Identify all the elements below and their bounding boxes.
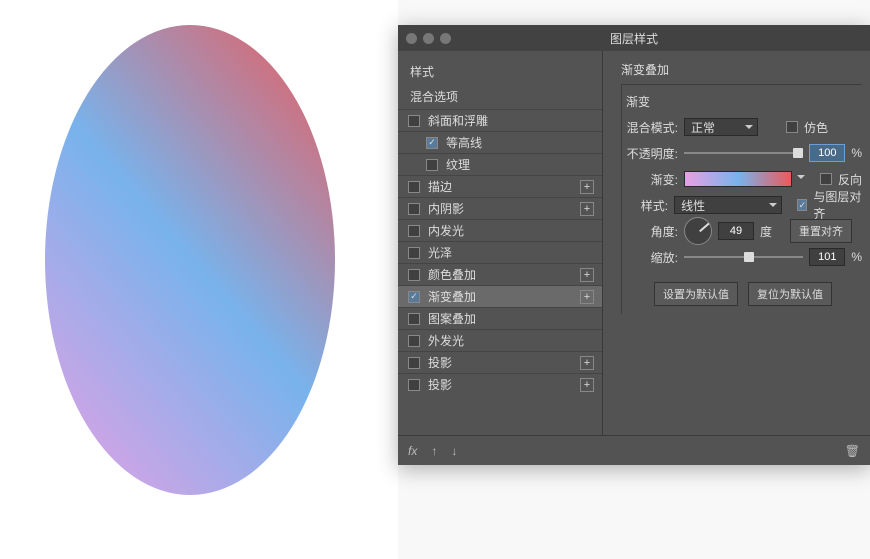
- layer-style-dialog: 图层样式 样式 混合选项 斜面和浮雕 ✓ 等高线纹理描边 + 内阴影 + 内发光光泽颜色叠加…: [398, 25, 870, 465]
- sidebar-item-label: 投影: [428, 376, 452, 393]
- sidebar-item-label: 描边: [428, 178, 452, 195]
- canvas-area: [0, 0, 398, 559]
- blend-mode-select[interactable]: 正常: [684, 118, 758, 136]
- zoom-button[interactable]: [440, 33, 451, 44]
- sidebar-item[interactable]: 光泽: [398, 241, 602, 263]
- opacity-slider[interactable]: [684, 146, 803, 160]
- effect-checkbox[interactable]: [408, 225, 420, 237]
- scale-slider[interactable]: [684, 250, 803, 264]
- gradient-picker[interactable]: [684, 171, 792, 187]
- angle-value[interactable]: 49: [718, 222, 754, 240]
- sidebar-item[interactable]: ✓ 渐变叠加 +: [398, 285, 602, 307]
- opacity-label: 不透明度:: [626, 145, 678, 162]
- make-default-button[interactable]: 设置为默认值: [654, 282, 738, 306]
- sidebar-item[interactable]: 内阴影 +: [398, 197, 602, 219]
- effect-checkbox[interactable]: [408, 357, 420, 369]
- panel-title: 渐变叠加: [621, 61, 862, 78]
- align-label: 与图层对齐: [813, 188, 862, 222]
- sidebar-item[interactable]: 内发光: [398, 219, 602, 241]
- sidebar-item[interactable]: 图案叠加: [398, 307, 602, 329]
- gradient-ellipse-shape[interactable]: [45, 25, 335, 495]
- effect-checkbox[interactable]: ✓: [426, 137, 438, 149]
- sidebar-header-blending[interactable]: 混合选项: [398, 84, 602, 109]
- angle-dial[interactable]: [684, 217, 712, 245]
- effects-sidebar: 样式 混合选项 斜面和浮雕 ✓ 等高线纹理描边 + 内阴影 + 内发光光泽颜色叠加 + ✓ 渐变叠…: [398, 51, 603, 435]
- dialog-titlebar[interactable]: 图层样式: [398, 25, 870, 51]
- sidebar-item[interactable]: 描边 +: [398, 175, 602, 197]
- effect-checkbox[interactable]: ✓: [408, 291, 420, 303]
- effect-checkbox[interactable]: [408, 203, 420, 215]
- trash-icon[interactable]: 🗑: [845, 444, 860, 458]
- effect-checkbox[interactable]: [408, 269, 420, 281]
- scale-label: 缩放:: [626, 249, 678, 266]
- reset-align-button[interactable]: 重置对齐: [790, 219, 852, 243]
- angle-unit: 度: [760, 223, 772, 240]
- section-label: 渐变: [626, 93, 862, 110]
- sidebar-item[interactable]: 外发光: [398, 329, 602, 351]
- sidebar-item[interactable]: ✓ 等高线: [398, 131, 602, 153]
- sidebar-item-label: 外发光: [428, 332, 464, 349]
- dialog-title: 图层样式: [610, 30, 658, 47]
- reverse-checkbox[interactable]: [820, 173, 832, 185]
- sidebar-item[interactable]: 投影 +: [398, 373, 602, 395]
- sidebar-item-label: 光泽: [428, 244, 452, 261]
- sidebar-item-label: 斜面和浮雕: [428, 112, 488, 129]
- add-effect-icon[interactable]: +: [580, 378, 594, 392]
- sidebar-item-label: 颜色叠加: [428, 266, 476, 283]
- effect-checkbox[interactable]: [408, 379, 420, 391]
- align-checkbox[interactable]: ✓: [797, 199, 807, 211]
- style-label: 样式:: [626, 197, 668, 214]
- angle-label: 角度:: [626, 223, 678, 240]
- dither-label: 仿色: [804, 119, 828, 136]
- effect-checkbox[interactable]: [408, 335, 420, 347]
- sidebar-item-label: 内发光: [428, 222, 464, 239]
- reset-default-button[interactable]: 复位为默认值: [748, 282, 832, 306]
- arrow-down-icon[interactable]: ↓: [451, 444, 457, 458]
- sidebar-item-label: 内阴影: [428, 200, 464, 217]
- arrow-up-icon[interactable]: ↑: [431, 444, 437, 458]
- add-effect-icon[interactable]: +: [580, 290, 594, 304]
- sidebar-item[interactable]: 斜面和浮雕: [398, 109, 602, 131]
- effect-checkbox[interactable]: [408, 115, 420, 127]
- settings-panel: 渐变叠加 渐变 混合模式: 正常 仿色 不透明度: 100 % 渐变: [603, 51, 870, 435]
- dialog-footer: fx ↑ ↓ 🗑: [398, 435, 870, 465]
- sidebar-item-label: 纹理: [446, 156, 470, 173]
- sidebar-item-label: 图案叠加: [428, 310, 476, 327]
- sidebar-item-label: 等高线: [446, 134, 482, 151]
- close-button[interactable]: [406, 33, 417, 44]
- opacity-value[interactable]: 100: [809, 144, 845, 162]
- minimize-button[interactable]: [423, 33, 434, 44]
- add-effect-icon[interactable]: +: [580, 202, 594, 216]
- effect-checkbox[interactable]: [408, 313, 420, 325]
- add-effect-icon[interactable]: +: [580, 356, 594, 370]
- gradient-label: 渐变:: [626, 171, 678, 188]
- sidebar-item[interactable]: 纹理: [398, 153, 602, 175]
- effect-checkbox[interactable]: [408, 247, 420, 259]
- blend-mode-label: 混合模式:: [626, 119, 678, 136]
- sidebar-item[interactable]: 颜色叠加 +: [398, 263, 602, 285]
- add-effect-icon[interactable]: +: [580, 180, 594, 194]
- style-select[interactable]: 线性: [674, 196, 782, 214]
- scale-unit: %: [851, 250, 862, 264]
- sidebar-header-styles[interactable]: 样式: [398, 59, 602, 84]
- scale-value[interactable]: 101: [809, 248, 845, 266]
- opacity-unit: %: [851, 146, 862, 160]
- sidebar-item-label: 渐变叠加: [428, 288, 476, 305]
- sidebar-item[interactable]: 投影 +: [398, 351, 602, 373]
- reverse-label: 反向: [838, 171, 862, 188]
- dither-checkbox[interactable]: [786, 121, 798, 133]
- effect-checkbox[interactable]: [408, 181, 420, 193]
- sidebar-item-label: 投影: [428, 354, 452, 371]
- add-effect-icon[interactable]: +: [580, 268, 594, 282]
- window-controls: [406, 33, 451, 44]
- effect-checkbox[interactable]: [426, 159, 438, 171]
- fx-icon[interactable]: fx: [408, 444, 417, 458]
